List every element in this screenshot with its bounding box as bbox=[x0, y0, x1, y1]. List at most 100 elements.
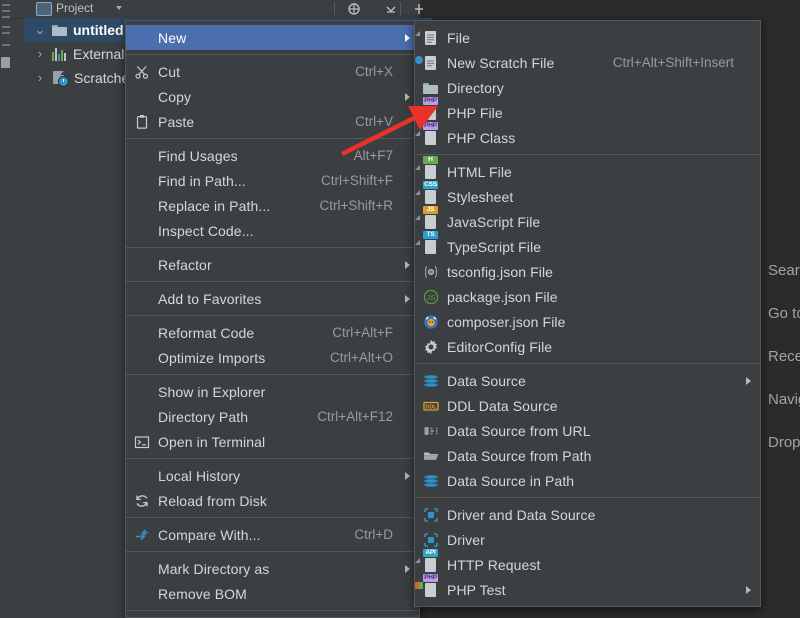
scratches-icon bbox=[52, 71, 69, 87]
menu-item-find-in-path[interactable]: Find in Path... Ctrl+Shift+F bbox=[126, 168, 419, 193]
menu-item-label: Reload from Disk bbox=[158, 492, 267, 509]
menu-item-reload-from-disk[interactable]: Reload from Disk bbox=[126, 488, 419, 513]
svg-text:JS: JS bbox=[427, 293, 436, 302]
driver-icon bbox=[423, 507, 439, 523]
menu-item-accelerator: Ctrl+X bbox=[355, 64, 393, 79]
menu-item-reformat-code[interactable]: Reformat Code Ctrl+Alt+F bbox=[126, 320, 419, 345]
collapse-chevron-icon[interactable]: › bbox=[32, 66, 48, 90]
php-test-icon: PHP bbox=[415, 573, 439, 598]
menu-item-label: JavaScript File bbox=[447, 213, 541, 230]
menu-item-label: New bbox=[158, 29, 187, 46]
html-file-icon: H bbox=[415, 155, 439, 180]
tool-strip-mark bbox=[2, 10, 10, 12]
tool-strip-mark bbox=[2, 16, 10, 18]
menu-item-php-test[interactable]: PHP PHP Test bbox=[415, 573, 760, 602]
menu-item-label: Cut bbox=[158, 63, 181, 80]
menu-item-accelerator: Ctrl+V bbox=[355, 114, 393, 129]
menu-item-package-json-file[interactable]: JS package.json File bbox=[415, 284, 760, 309]
js-file-icon: JS bbox=[415, 205, 439, 230]
menu-item-label: Driver and Data Source bbox=[447, 506, 596, 523]
expand-chevron-icon[interactable]: ⌄ bbox=[32, 18, 48, 42]
menu-item-javascript-file[interactable]: JS JavaScript File bbox=[415, 205, 760, 234]
menu-item-label: Replace in Path... bbox=[158, 197, 271, 214]
toolbar-separator bbox=[334, 2, 335, 15]
menu-item-remove-bom[interactable]: Remove BOM bbox=[126, 581, 419, 606]
menu-item-data-source-from-url[interactable]: Data Source from URL bbox=[415, 418, 760, 443]
locate-icon[interactable] bbox=[347, 2, 361, 16]
menu-item-label: Optimize Imports bbox=[158, 349, 266, 366]
refresh-icon bbox=[134, 493, 150, 509]
folder-icon bbox=[52, 24, 67, 36]
menu-item-replace-in-path[interactable]: Replace in Path... Ctrl+Shift+R bbox=[126, 193, 419, 218]
tool-strip-mark bbox=[2, 44, 10, 46]
menu-separator bbox=[126, 138, 419, 139]
menu-item-label: New Scratch File bbox=[447, 54, 555, 71]
collapse-chevron-icon[interactable]: › bbox=[32, 42, 48, 66]
svg-text:DDL: DDL bbox=[425, 404, 437, 410]
menu-item-stylesheet[interactable]: CSS Stylesheet bbox=[415, 180, 760, 209]
menu-item-paste[interactable]: Paste Ctrl+V bbox=[126, 109, 419, 134]
submenu-arrow-icon bbox=[405, 294, 410, 303]
php-file-icon: PHP bbox=[415, 96, 439, 121]
chevron-down-icon[interactable] bbox=[116, 6, 122, 10]
menu-item-new[interactable]: New bbox=[126, 25, 419, 50]
menu-item-accelerator: Ctrl+Alt+F12 bbox=[317, 409, 393, 424]
menu-item-label: Inspect Code... bbox=[158, 222, 254, 239]
menu-item-driver[interactable]: Driver bbox=[415, 527, 760, 552]
scissors-icon bbox=[134, 64, 150, 80]
menu-item-label: composer.json File bbox=[447, 313, 566, 330]
collapse-all-icon[interactable] bbox=[384, 2, 398, 16]
menu-item-local-history[interactable]: Local History bbox=[126, 463, 419, 488]
menu-item-add-to-favorites[interactable]: Add to Favorites bbox=[126, 286, 419, 311]
menu-item-ddl-data-source[interactable]: DDL DDL Data Source bbox=[415, 393, 760, 418]
menu-item-label: PHP Class bbox=[447, 129, 516, 146]
menu-item-html-file[interactable]: H HTML File bbox=[415, 155, 760, 184]
menu-item-file[interactable]: File bbox=[415, 25, 760, 50]
submenu-arrow-icon bbox=[405, 564, 410, 573]
editor-hint: Go to File bbox=[768, 305, 800, 322]
css-file-icon: CSS bbox=[415, 180, 439, 205]
menu-item-label: Data Source from URL bbox=[447, 422, 591, 439]
menu-item-label: Open in Terminal bbox=[158, 433, 266, 450]
menu-item-label: Data Source in Path bbox=[447, 472, 575, 489]
menu-item-find-usages[interactable]: Find Usages Alt+F7 bbox=[126, 143, 419, 168]
open-folder-icon bbox=[423, 448, 439, 464]
menu-item-optimize-imports[interactable]: Optimize Imports Ctrl+Alt+O bbox=[126, 345, 419, 370]
menu-item-php-class[interactable]: PHP PHP Class bbox=[415, 121, 760, 150]
menu-item-show-in-explorer[interactable]: Show in Explorer bbox=[126, 379, 419, 404]
menu-item-cut[interactable]: Cut Ctrl+X bbox=[126, 59, 419, 84]
menu-item-refactor[interactable]: Refactor bbox=[126, 252, 419, 277]
menu-item-label: Find Usages bbox=[158, 147, 238, 164]
menu-item-mark-directory-as[interactable]: Mark Directory as bbox=[126, 556, 419, 581]
menu-item-php-file[interactable]: PHP PHP File bbox=[415, 96, 760, 125]
menu-item-label: TypeScript File bbox=[447, 238, 542, 255]
menu-item-tsconfig-json-file[interactable]: tsconfig.json File bbox=[415, 259, 760, 284]
project-context-menu[interactable]: New Cut Ctrl+X Copy Paste Ctrl+V Find Us… bbox=[125, 20, 420, 618]
menu-item-compare-with[interactable]: Compare With... Ctrl+D bbox=[126, 522, 419, 547]
menu-item-driver-and-data-source[interactable]: Driver and Data Source bbox=[415, 502, 760, 527]
project-panel-title: Project bbox=[56, 1, 94, 15]
tool-strip-icon[interactable] bbox=[1, 57, 10, 68]
menu-item-directory[interactable]: Directory bbox=[415, 75, 760, 100]
menu-item-label: HTTP Request bbox=[447, 556, 541, 573]
menu-item-http-request[interactable]: API HTTP Request bbox=[415, 548, 760, 577]
menu-item-typescript-file[interactable]: TS TypeScript File bbox=[415, 230, 760, 259]
menu-item-inspect-code[interactable]: Inspect Code... bbox=[126, 218, 419, 243]
menu-item-accelerator: Ctrl+Shift+R bbox=[319, 198, 393, 213]
new-submenu[interactable]: File New Scratch File Ctrl+Alt+Shift+Ins… bbox=[414, 20, 761, 607]
menu-item-label: DDL Data Source bbox=[447, 397, 558, 414]
menu-separator bbox=[126, 551, 419, 552]
menu-item-editorconfig-file[interactable]: EditorConfig File bbox=[415, 334, 760, 359]
menu-item-composer-json-file[interactable]: composer.json File bbox=[415, 309, 760, 334]
library-icon bbox=[52, 47, 67, 61]
menu-item-directory-path[interactable]: Directory Path Ctrl+Alt+F12 bbox=[126, 404, 419, 429]
nodejs-icon: JS bbox=[423, 289, 439, 305]
menu-item-new-scratch-file[interactable]: New Scratch File Ctrl+Alt+Shift+Insert bbox=[414, 50, 760, 75]
tool-strip-mark bbox=[2, 32, 10, 34]
menu-item-data-source[interactable]: Data Source bbox=[415, 368, 760, 393]
menu-item-copy[interactable]: Copy bbox=[126, 84, 419, 109]
menu-item-open-in-terminal[interactable]: Open in Terminal bbox=[126, 429, 419, 454]
menu-item-data-source-in-path[interactable]: Data Source in Path bbox=[415, 468, 760, 493]
menu-item-label: Mark Directory as bbox=[158, 560, 270, 577]
menu-item-data-source-from-path[interactable]: Data Source from Path bbox=[415, 443, 760, 468]
